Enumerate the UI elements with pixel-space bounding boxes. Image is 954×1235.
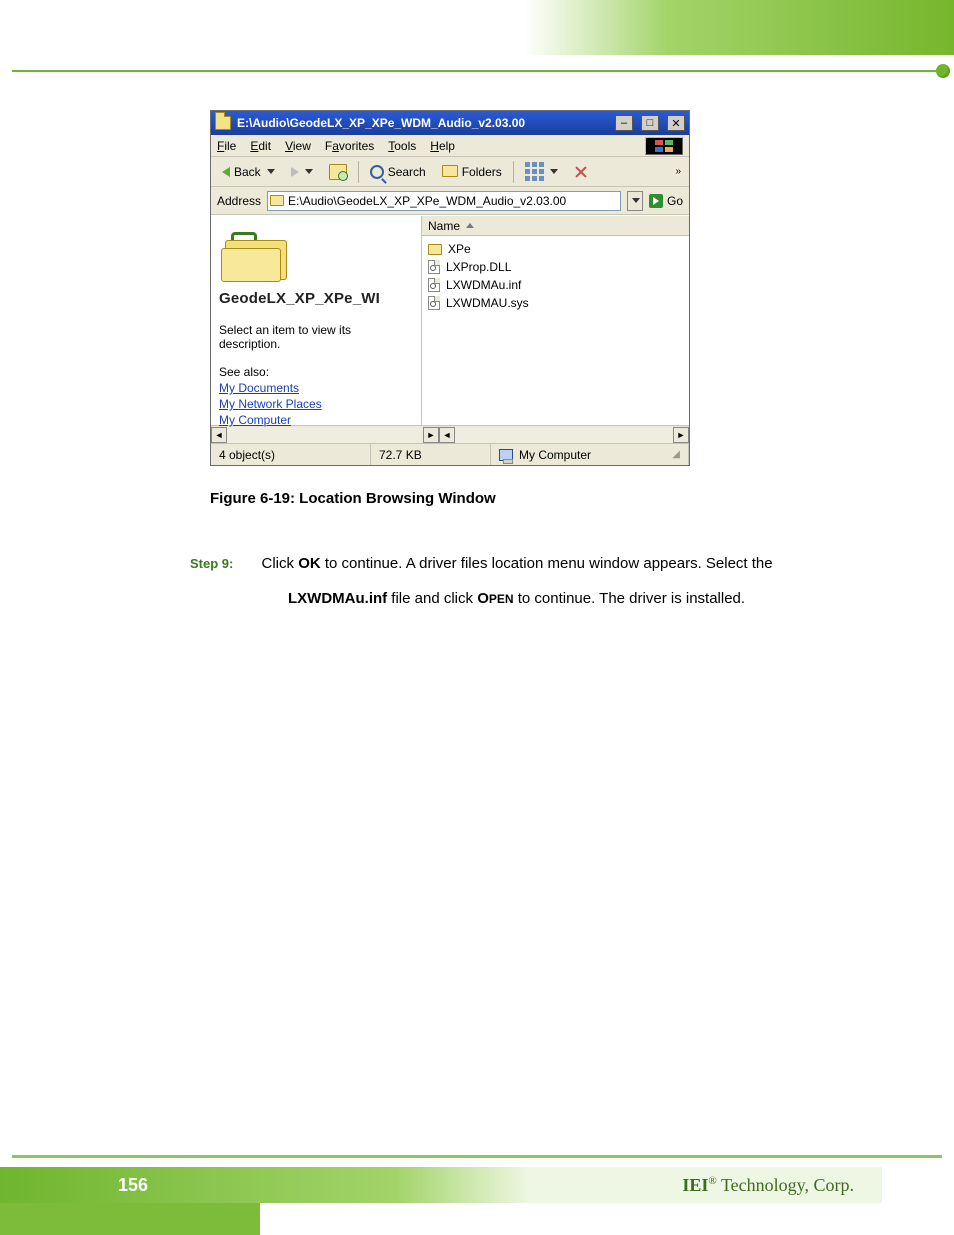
scroll-right-button[interactable]: ► [423, 427, 439, 443]
status-location: My Computer ◢ [491, 444, 689, 465]
caret-down-icon [550, 169, 558, 174]
horizontal-scrollbars: ◄ ► ◄ ► [211, 425, 689, 443]
pane-title: GeodeLX_XP_XPe_WI [219, 290, 413, 307]
caret-down-icon [305, 169, 313, 174]
menu-edit[interactable]: Edit [250, 139, 271, 153]
big-folder-icon [221, 230, 291, 280]
see-also-label: See also: [219, 365, 413, 379]
status-size: 72.7 KB [371, 444, 491, 465]
list-item[interactable]: XPe [428, 240, 683, 258]
folder-icon [428, 244, 442, 255]
page-number: 156 [118, 1175, 148, 1196]
sys-file-icon [428, 296, 440, 310]
delete-button[interactable] [569, 162, 593, 182]
step-instruction: Step 9: Click OK to continue. A driver f… [190, 547, 880, 616]
menu-tools[interactable]: Tools [388, 139, 416, 153]
menu-view[interactable]: View [285, 139, 311, 153]
search-icon [370, 165, 384, 179]
step-label: Step 9: [190, 556, 233, 571]
scroll-left-button[interactable]: ◄ [439, 427, 455, 443]
search-button[interactable]: Search [365, 162, 431, 182]
step-text-line-2: LXWDMAu.inf file and click OPEN to conti… [288, 582, 880, 617]
address-bar: Address E:\Audio\GeodeLX_XP_XPe_WDM_Audi… [211, 187, 689, 215]
inf-file-icon [428, 278, 440, 292]
menu-file[interactable]: File [217, 139, 236, 153]
arrow-left-icon [222, 167, 230, 177]
menu-bar: File Edit View Favorites Tools Help [211, 135, 689, 157]
link-my-network-places[interactable]: My Network Places [219, 397, 413, 411]
computer-icon [499, 449, 513, 461]
column-header-name[interactable]: Name [422, 216, 689, 236]
separator [513, 161, 514, 183]
menu-help[interactable]: Help [430, 139, 455, 153]
toolbar: Back Search Folders » [211, 157, 689, 187]
link-my-documents[interactable]: My Documents [219, 381, 413, 395]
sort-ascending-icon [466, 223, 474, 228]
link-my-computer[interactable]: My Computer [219, 413, 413, 427]
file-list-pane: Name XPe LXProp.DLL LXWDMAu.inf LXWDMAU.… [421, 216, 689, 425]
resize-grip-icon[interactable]: ◢ [672, 449, 680, 460]
minimize-button[interactable]: – [615, 115, 633, 131]
pane-description: Select an item to view its description. [219, 323, 413, 351]
views-icon [525, 162, 544, 181]
page-header-decoration [0, 0, 954, 78]
address-dropdown-button[interactable] [627, 191, 643, 211]
page-footer: 156 IEI® Technology, Corp. [0, 1155, 954, 1235]
tasks-pane: GeodeLX_XP_XPe_WI Select an item to view… [211, 216, 421, 425]
folders-icon [442, 165, 458, 177]
figure-caption: Figure 6-19: Location Browsing Window [210, 490, 880, 507]
maximize-button[interactable]: □ [641, 115, 659, 131]
menu-favorites[interactable]: Favorites [325, 139, 374, 153]
chevron-more-icon[interactable]: » [675, 166, 683, 177]
arrow-right-icon [291, 167, 299, 177]
list-item[interactable]: LXProp.DLL [428, 258, 683, 276]
address-input[interactable]: E:\Audio\GeodeLX_XP_XPe_WDM_Audio_v2.03.… [267, 191, 621, 211]
back-button[interactable]: Back [217, 162, 280, 182]
forward-button[interactable] [286, 164, 318, 180]
delete-icon [574, 165, 588, 179]
folder-icon [215, 116, 231, 130]
list-item[interactable]: LXWDMAU.sys [428, 294, 683, 312]
folder-icon [270, 195, 284, 206]
folder-up-icon [329, 164, 347, 180]
dll-file-icon [428, 260, 440, 274]
scroll-right-button[interactable]: ► [673, 427, 689, 443]
address-value: E:\Audio\GeodeLX_XP_XPe_WDM_Audio_v2.03.… [288, 194, 566, 208]
list-item[interactable]: LXWDMAu.inf [428, 276, 683, 294]
step-text-line-1: Click OK to continue. A driver files loc… [262, 555, 773, 572]
explorer-window: E:\Audio\GeodeLX_XP_XPe_WDM_Audio_v2.03.… [210, 110, 690, 466]
caret-down-icon [267, 169, 275, 174]
brand-name: IEI® Technology, Corp. [682, 1175, 854, 1196]
go-button[interactable]: Go [649, 194, 683, 208]
scroll-left-button[interactable]: ◄ [211, 427, 227, 443]
window-title: E:\Audio\GeodeLX_XP_XPe_WDM_Audio_v2.03.… [237, 116, 607, 130]
windows-logo-icon [645, 137, 683, 155]
separator [358, 161, 359, 183]
folders-button[interactable]: Folders [437, 162, 507, 182]
scrollbar-track[interactable] [455, 427, 673, 443]
window-titlebar[interactable]: E:\Audio\GeodeLX_XP_XPe_WDM_Audio_v2.03.… [211, 111, 689, 135]
status-objects: 4 object(s) [211, 444, 371, 465]
status-bar: 4 object(s) 72.7 KB My Computer ◢ [211, 443, 689, 465]
up-button[interactable] [324, 161, 352, 183]
close-button[interactable]: ✕ [667, 115, 685, 131]
views-button[interactable] [520, 159, 563, 184]
go-arrow-icon [649, 194, 663, 208]
caret-down-icon [632, 198, 640, 203]
scrollbar-track[interactable] [227, 427, 423, 443]
address-label: Address [217, 194, 261, 208]
